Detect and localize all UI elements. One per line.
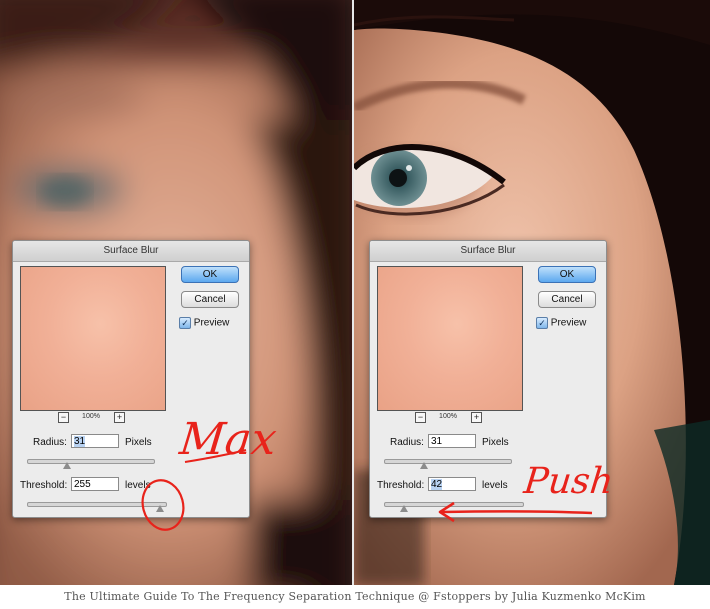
image-caption: The Ultimate Guide To The Frequency Sepa…: [64, 590, 646, 603]
push-annotation: Push: [521, 461, 616, 502]
max-annotation: Max: [177, 414, 279, 465]
left-photo-panel: Surface Blur − 100% + OK Cancel ✓ Previe…: [0, 0, 352, 585]
left-arrow-annotation: [441, 510, 593, 515]
left-annotation-marks: [141, 449, 247, 531]
right-photo-panel: Surface Blur − 100% + OK Cancel ✓ Previe…: [354, 0, 710, 585]
circle-annotation: [141, 479, 185, 531]
